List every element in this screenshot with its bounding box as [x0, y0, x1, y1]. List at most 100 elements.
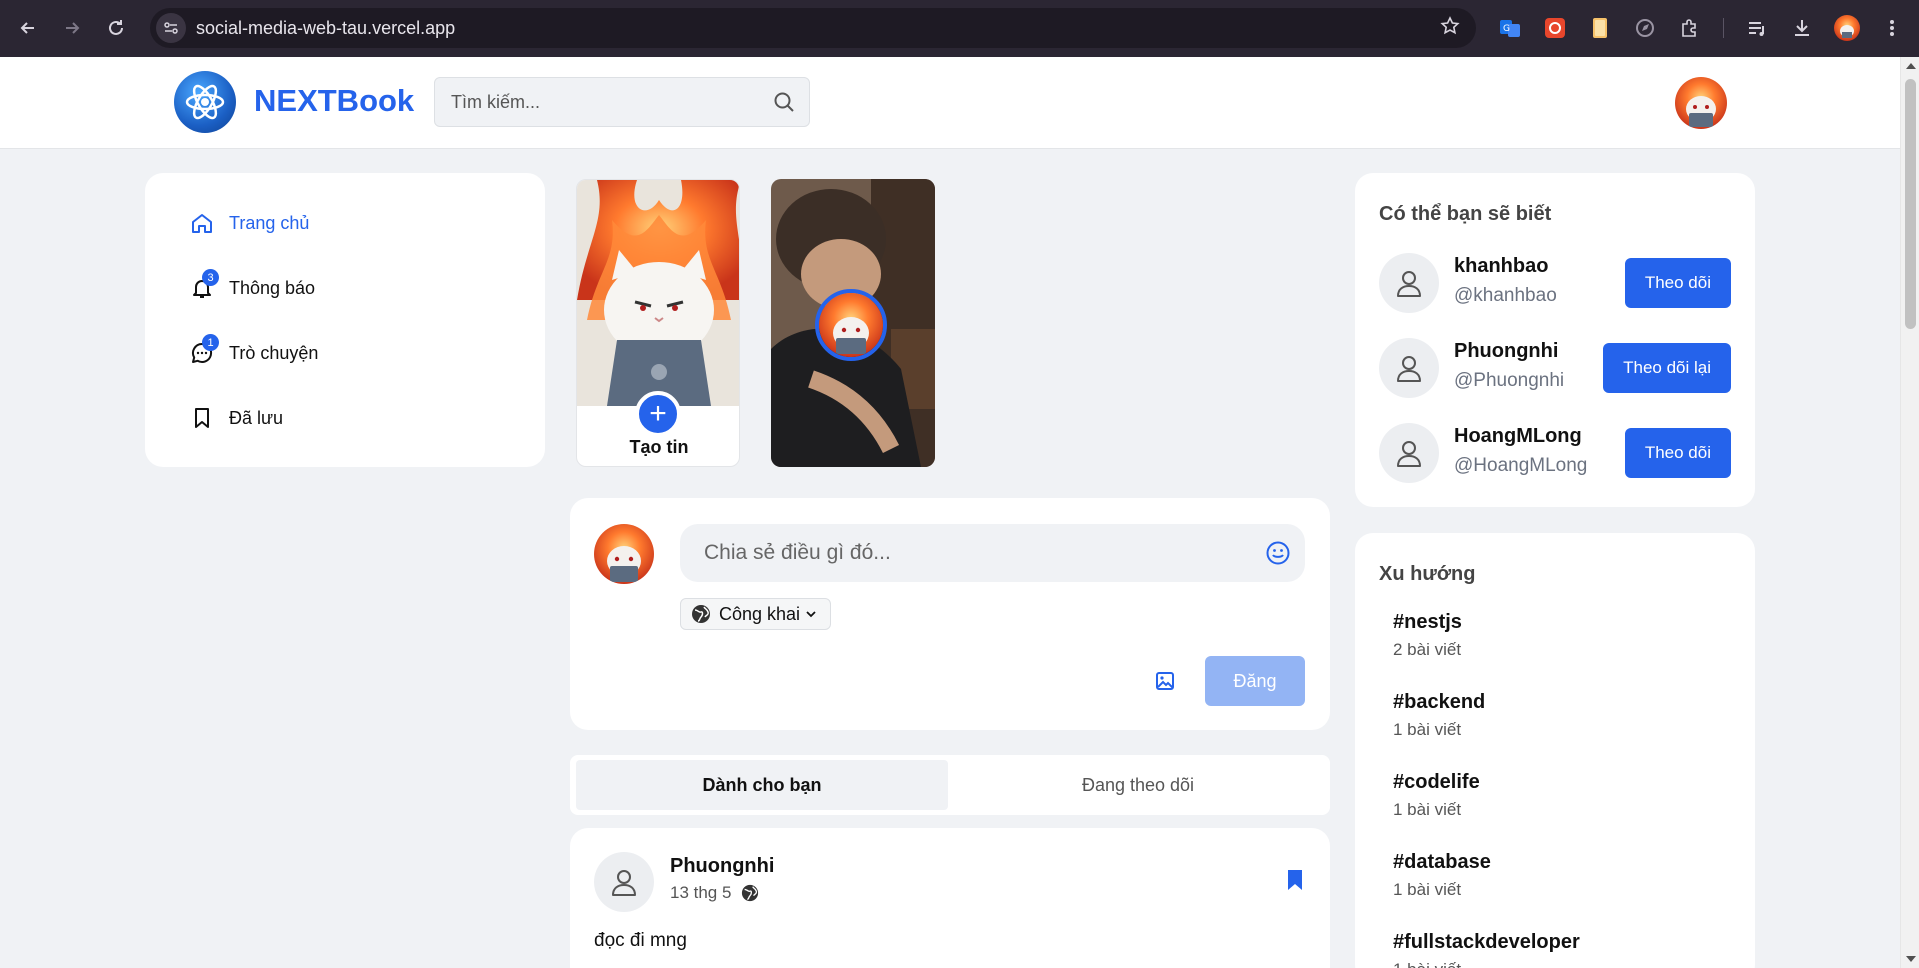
suggestion-name[interactable]: khanhbao	[1454, 255, 1548, 278]
bookmark-filled-icon[interactable]	[1284, 868, 1306, 892]
scroll-up-arrow-icon[interactable]	[1906, 63, 1916, 69]
post-meta: 13 thg 5	[670, 883, 759, 903]
sidebar-item-home[interactable]: Trang chủ	[189, 203, 309, 243]
suggestion-handle: @khanhbao	[1454, 285, 1557, 306]
address-bar[interactable]: social-media-web-tau.vercel.app	[150, 8, 1476, 48]
chat-badge: 1	[202, 334, 219, 351]
notification-badge: 3	[202, 269, 219, 286]
create-story-label: Tạo tin	[629, 437, 689, 457]
trending-item[interactable]: #database 1 bài viết	[1393, 851, 1491, 900]
bell-icon: 3	[189, 269, 219, 301]
download-icon[interactable]	[1788, 14, 1816, 42]
follow-button[interactable]: Theo dõi	[1624, 258, 1731, 308]
atom-logo-icon	[185, 84, 225, 120]
follow-button[interactable]: Theo dõi	[1624, 428, 1731, 478]
suggestion-name[interactable]: HoangMLong	[1454, 425, 1582, 448]
search-input[interactable]	[435, 78, 755, 126]
suggestion-row: Phuongnhi @Phuongnhi Theo dõi lại	[1379, 338, 1731, 398]
post-author-avatar[interactable]	[594, 852, 654, 912]
compass-extension-icon[interactable]	[1631, 14, 1659, 42]
suggestions-card: Có thể bạn sẽ biết khanhbao @khanhbao Th…	[1355, 173, 1755, 507]
post-submit-button[interactable]: Đăng	[1205, 656, 1305, 706]
sidebar-item-label: Trang chủ	[229, 212, 310, 233]
trending-tag[interactable]: #backend	[1393, 691, 1485, 714]
post-date: 13 thg 5	[670, 883, 732, 902]
composer-avatar[interactable]	[594, 524, 654, 584]
post-author-name[interactable]: Phuongnhi	[670, 855, 774, 878]
trending-tag[interactable]: #codelife	[1393, 771, 1480, 794]
story-card[interactable]	[771, 179, 935, 467]
sidebar-item-notifications[interactable]: 3 Thông báo	[189, 268, 315, 308]
page-scrollbar[interactable]	[1900, 57, 1919, 968]
add-image-button[interactable]	[1154, 670, 1178, 694]
user-placeholder-icon	[1397, 271, 1421, 297]
post-content-input[interactable]	[680, 524, 1240, 582]
trending-item[interactable]: #backend 1 bài viết	[1393, 691, 1485, 740]
home-icon	[189, 210, 215, 236]
svg-text:G: G	[1503, 24, 1510, 34]
tab-following[interactable]: Đang theo dõi	[952, 760, 1324, 810]
create-story-card[interactable]: + Tạo tin	[576, 179, 740, 467]
post-card: Phuongnhi 13 thg 5 đọc đi mng	[570, 828, 1330, 968]
browser-toolbar: social-media-web-tau.vercel.app G	[0, 0, 1919, 57]
trending-item[interactable]: #fullstackdeveloper 1 bài viết	[1393, 931, 1580, 968]
url-text[interactable]: social-media-web-tau.vercel.app	[196, 18, 455, 39]
suggestion-row: khanhbao @khanhbao Theo dõi	[1379, 253, 1731, 313]
trending-title: Xu hướng	[1379, 563, 1476, 585]
suggestion-name[interactable]: Phuongnhi	[1454, 340, 1558, 363]
suggestion-avatar[interactable]	[1379, 253, 1439, 313]
chat-icon: 1	[189, 334, 219, 366]
bookmark-star-icon[interactable]	[1440, 16, 1460, 42]
sidebar-item-chat[interactable]: 1 Trò chuyện	[189, 333, 318, 373]
add-story-button[interactable]: +	[635, 391, 681, 437]
scrollbar-thumb[interactable]	[1905, 79, 1916, 329]
suggestions-title: Có thể bạn sẽ biết	[1379, 203, 1552, 225]
privacy-select[interactable]: Công khai	[680, 598, 832, 630]
translate-extension-icon[interactable]: G	[1496, 14, 1524, 42]
reload-button[interactable]	[96, 8, 136, 48]
notes-extension-icon[interactable]	[1586, 14, 1614, 42]
media-controls-icon[interactable]	[1743, 14, 1771, 42]
sidebar-nav: Trang chủ 3 Thông báo 1 Trò chuyện Đã lư…	[145, 173, 545, 467]
tab-for-you[interactable]: Dành cho bạn	[576, 760, 948, 810]
story-author-avatar[interactable]	[815, 289, 887, 361]
extensions-puzzle-icon[interactable]	[1676, 14, 1704, 42]
follow-back-button[interactable]: Theo dõi lại	[1603, 343, 1731, 393]
privacy-label: Công khai	[719, 603, 801, 624]
trending-item[interactable]: #nestjs 2 bài viết	[1393, 611, 1462, 660]
image-icon	[1156, 672, 1174, 690]
trending-count: 2 bài viết	[1393, 640, 1462, 659]
record-extension-icon[interactable]	[1541, 14, 1569, 42]
trending-tag[interactable]: #database	[1393, 851, 1491, 874]
app-header: NEXTBook	[0, 57, 1900, 149]
sidebar-item-saved[interactable]: Đã lưu	[189, 398, 283, 438]
trending-count: 1 bài viết	[1393, 880, 1462, 899]
back-button[interactable]	[8, 8, 48, 48]
forward-button[interactable]	[52, 8, 92, 48]
site-settings-icon[interactable]	[156, 13, 186, 43]
bookmark-icon	[189, 405, 215, 431]
logo[interactable]	[174, 71, 236, 133]
suggestion-handle: @HoangMLong	[1454, 455, 1588, 476]
suggestion-avatar[interactable]	[1379, 423, 1439, 483]
trending-count: 1 bài viết	[1393, 800, 1462, 819]
user-placeholder-icon	[1397, 356, 1421, 382]
trending-tag[interactable]: #fullstackdeveloper	[1393, 931, 1580, 954]
emoji-icon[interactable]	[1265, 540, 1291, 566]
sidebar-item-label: Thông báo	[229, 277, 316, 298]
scroll-down-arrow-icon[interactable]	[1906, 956, 1916, 962]
trending-tag[interactable]: #nestjs	[1393, 611, 1462, 634]
user-placeholder-icon	[1397, 441, 1421, 467]
post-composer: Công khai Đăng	[570, 498, 1330, 730]
arrow-left-icon	[20, 22, 34, 34]
user-avatar[interactable]	[1675, 77, 1727, 129]
arrow-right-icon	[66, 22, 80, 34]
chrome-menu-icon[interactable]	[1878, 14, 1906, 42]
trending-item[interactable]: #codelife 1 bài viết	[1393, 771, 1480, 820]
brand-name[interactable]: NEXTBook	[254, 83, 414, 119]
suggestion-avatar[interactable]	[1379, 338, 1439, 398]
feed-tabs: Dành cho bạn Đang theo dõi	[570, 755, 1330, 815]
profile-avatar[interactable]	[1833, 14, 1861, 42]
search-icon[interactable]	[773, 91, 795, 113]
suggestion-row: HoangMLong @HoangMLong Theo dõi	[1379, 423, 1731, 483]
